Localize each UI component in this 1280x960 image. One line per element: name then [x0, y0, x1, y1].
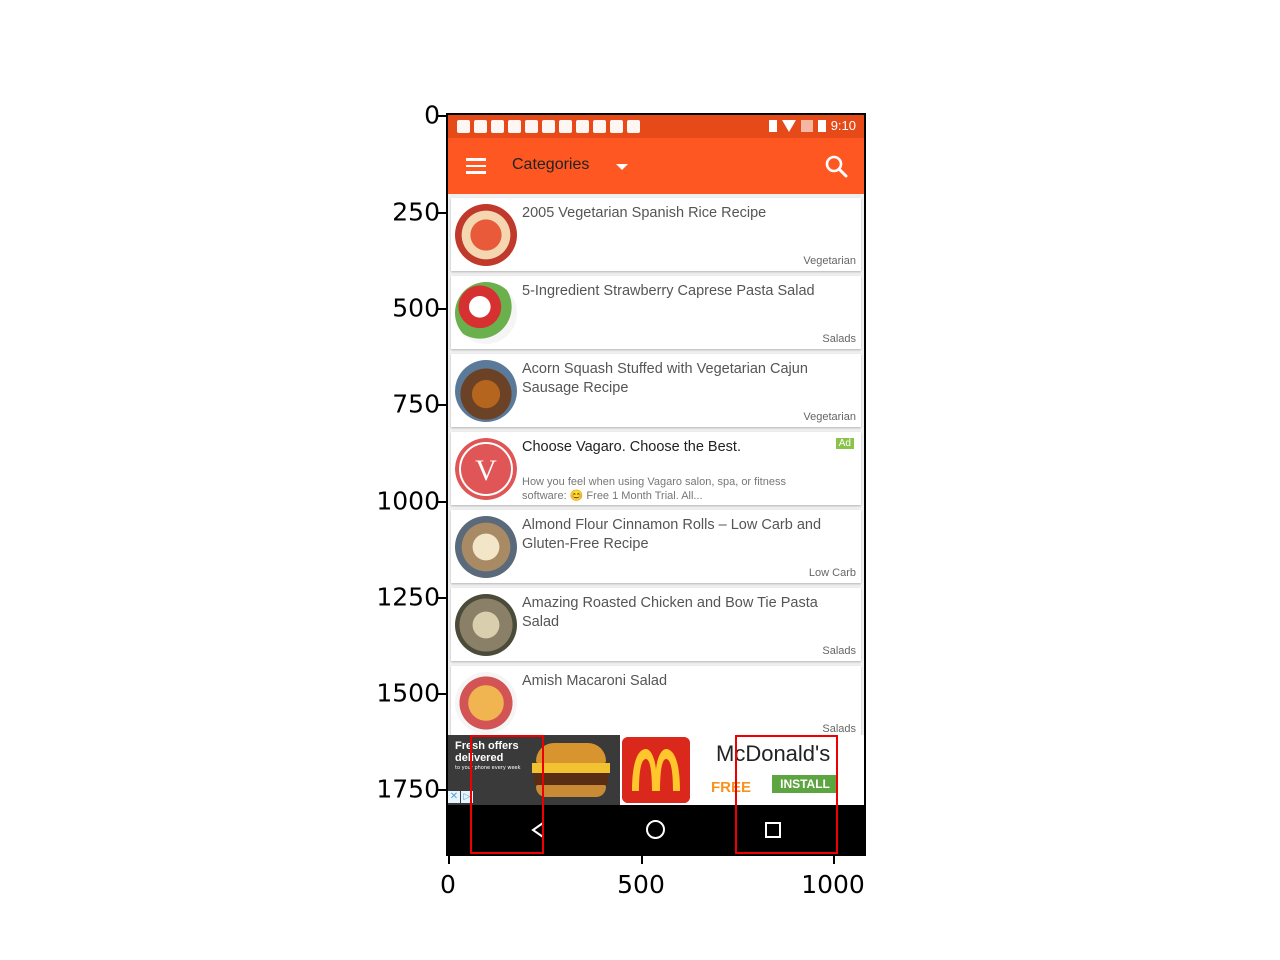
x-tick-label: 0 [440, 870, 456, 899]
close-icon[interactable]: ✕ [448, 791, 460, 803]
y-tick-label: 1750 [376, 774, 440, 804]
recipe-card[interactable]: Almond Flour Cinnamon Rolls – Low Carb a… [451, 510, 861, 583]
x-tick-mark [448, 854, 450, 864]
y-tick-label: 0 [424, 100, 440, 130]
x-tick-label: 1000 [801, 870, 865, 899]
recipe-title: Almond Flour Cinnamon Rolls – Low Carb a… [522, 517, 822, 552]
y-tick-label: 250 [392, 197, 440, 227]
phone-screen: 9:10 Categories 2005 Vegetarian Spanish … [446, 113, 866, 856]
recipe-category: Salads [822, 723, 856, 735]
y-tick-mark [438, 308, 448, 310]
bluetooth-icon [768, 119, 777, 132]
recipe-title: 2005 Vegetarian Spanish Rice Recipe [522, 205, 767, 221]
recipe-thumbnail [455, 282, 517, 344]
status-bar: 9:10 [448, 115, 864, 138]
home-icon[interactable] [646, 820, 665, 839]
y-tick-mark [438, 597, 448, 599]
recipe-title: 5-Ingredient Strawberry Caprese Pasta Sa… [522, 283, 815, 299]
recipe-thumbnail [455, 516, 517, 578]
recipe-category: Low Carb [808, 567, 856, 579]
battery-icon [817, 119, 826, 132]
android-icon [627, 120, 640, 133]
wifi-icon [781, 119, 796, 132]
vagaro-logo: V [455, 438, 517, 500]
highlight-box [470, 735, 544, 854]
y-tick-label: 1250 [376, 582, 440, 612]
y-tick-label: 1000 [376, 486, 440, 516]
info-icon [576, 120, 589, 133]
system-status: 9:10 [768, 118, 856, 133]
search-icon[interactable] [824, 154, 848, 178]
recipe-category: Vegetarian [803, 255, 856, 267]
caret-down-icon[interactable] [616, 164, 628, 170]
facebook-icon [559, 120, 572, 133]
clock: 9:10 [830, 118, 856, 133]
lock-icon [610, 120, 623, 133]
facebook-icon [491, 120, 504, 133]
svg-text:V: V [475, 454, 497, 487]
recipe-title: Amazing Roasted Chicken and Bow Tie Past… [522, 595, 818, 630]
recipe-thumbnail [455, 594, 517, 656]
ad-description: How you feel when using Vagaro salon, sp… [522, 476, 786, 502]
y-tick-mark [438, 404, 448, 406]
recipe-card[interactable]: Amish Macaroni Salad Salads [451, 666, 861, 739]
recipe-category: Salads [822, 333, 856, 345]
recipe-title: Amish Macaroni Salad [522, 673, 668, 689]
recipe-card[interactable]: 2005 Vegetarian Spanish Rice Recipe Vege… [451, 198, 861, 271]
ad-title: Choose Vagaro. Choose the Best. [522, 439, 741, 455]
mcdonalds-logo [622, 737, 690, 803]
y-tick-label: 500 [392, 293, 440, 323]
x-tick-mark [641, 854, 643, 864]
menu-icon[interactable] [466, 158, 486, 174]
y-tick-mark [438, 212, 448, 214]
x-tick-mark [833, 854, 835, 864]
y-tick-mark [438, 693, 448, 695]
highlight-box [735, 735, 838, 854]
app-bar: Categories [448, 138, 864, 194]
card-icon [542, 120, 555, 133]
y-tick-label: 750 [392, 389, 440, 419]
recipe-card[interactable]: 5-Ingredient Strawberry Caprese Pasta Sa… [451, 276, 861, 349]
facebook-icon [474, 120, 487, 133]
recipe-card[interactable]: Amazing Roasted Chicken and Bow Tie Past… [451, 588, 861, 661]
signal-icon [800, 119, 813, 132]
chat-icon [457, 120, 470, 133]
recipe-category: Salads [822, 645, 856, 657]
y-tick-mark [438, 115, 448, 117]
person-icon [525, 120, 538, 133]
x-tick-label: 500 [617, 870, 665, 899]
tools-icon [593, 120, 606, 133]
recipe-thumbnail [455, 360, 517, 422]
facebook-icon [508, 120, 521, 133]
recipe-title: Acorn Squash Stuffed with Vegetarian Caj… [522, 361, 808, 396]
ad-card[interactable]: V Choose Vagaro. Choose the Best. Ad How… [451, 432, 861, 505]
categories-dropdown[interactable]: Categories [512, 156, 589, 174]
recipe-thumbnail [455, 672, 517, 734]
recipe-thumbnail [455, 204, 517, 266]
recipe-category: Vegetarian [803, 411, 856, 423]
recipe-card[interactable]: Acorn Squash Stuffed with Vegetarian Caj… [451, 354, 861, 427]
ad-badge: Ad [835, 438, 854, 449]
y-tick-mark [438, 501, 448, 503]
y-tick-mark [438, 789, 448, 791]
y-tick-label: 1500 [376, 678, 440, 708]
notification-icons [457, 120, 640, 133]
